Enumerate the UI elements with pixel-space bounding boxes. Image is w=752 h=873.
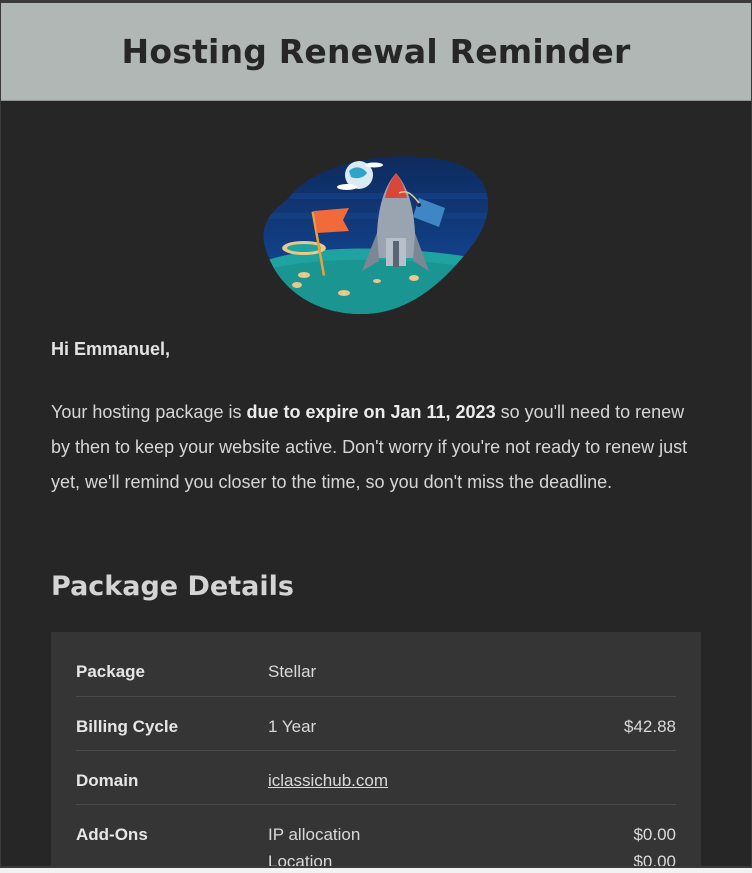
email-header: Hosting Renewal Reminder bbox=[1, 3, 751, 101]
greeting: Hi Emmanuel, bbox=[51, 339, 171, 359]
billing-cycle-row: Billing Cycle 1 Year $42.88 bbox=[76, 717, 676, 751]
package-value: Stellar bbox=[268, 662, 317, 681]
addon-amount: $0.00 bbox=[633, 825, 676, 844]
email-body: Hi Emmanuel, Your hosting package is due… bbox=[51, 339, 701, 500]
expiry-date-highlight: due to expire on Jan 11, 2023 bbox=[246, 402, 496, 422]
rocket-on-moon-illustration bbox=[263, 156, 489, 315]
window-bottom-edge bbox=[0, 866, 752, 873]
package-details-heading: Package Details bbox=[51, 571, 294, 602]
addons-label: Add-Ons bbox=[76, 825, 148, 844]
domain-row: Domain iclassichub.com bbox=[76, 771, 676, 805]
package-label: Package bbox=[76, 662, 145, 681]
expiry-message: Your hosting package is due to expire on… bbox=[51, 395, 701, 500]
email-frame: Hosting Renewal Reminder Hi Emmanuel, Yo… bbox=[0, 0, 752, 869]
package-row: Package Stellar bbox=[76, 662, 676, 697]
billing-cycle-label: Billing Cycle bbox=[76, 717, 179, 736]
package-details-table: Package Stellar Billing Cycle 1 Year $42… bbox=[51, 632, 701, 869]
expiry-message-prefix: Your hosting package is bbox=[51, 402, 247, 422]
email-title: Hosting Renewal Reminder bbox=[121, 32, 631, 71]
domain-label: Domain bbox=[76, 771, 139, 790]
addons-row: Add-Ons IP allocation $0.00 Location $0.… bbox=[76, 825, 676, 869]
addon-name: IP allocation bbox=[268, 825, 361, 844]
domain-link[interactable]: iclassichub.com bbox=[268, 771, 388, 791]
billing-amount: $42.88 bbox=[624, 717, 676, 736]
billing-cycle-value: 1 Year bbox=[268, 717, 317, 736]
